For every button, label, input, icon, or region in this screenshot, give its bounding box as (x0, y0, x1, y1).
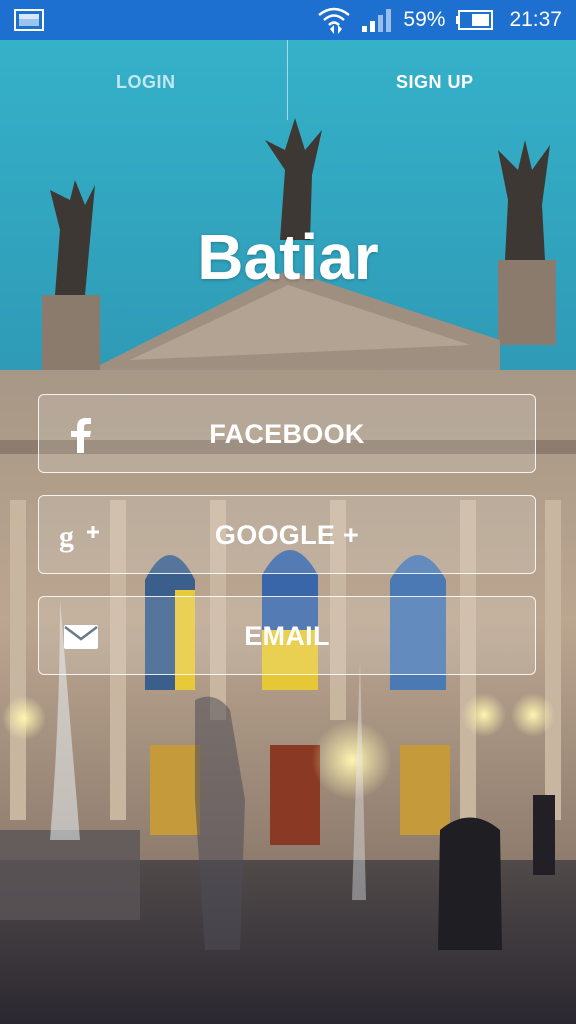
battery-icon (455, 10, 494, 30)
facebook-button[interactable]: FACEBOOK (38, 394, 536, 473)
email-button-label: EMAIL (244, 621, 330, 651)
tab-divider (287, 40, 288, 120)
google-plus-button[interactable]: g GOOGLE + (38, 495, 536, 574)
tab-signup[interactable]: SIGN UP (396, 72, 474, 93)
facebook-button-label: FACEBOOK (209, 419, 365, 449)
battery-percent: 59% (403, 8, 446, 31)
screenshot-icon (14, 9, 44, 35)
app-title: Batiar (197, 221, 379, 293)
tab-login[interactable]: LOGIN (116, 72, 176, 93)
google-plus-button-label: GOOGLE + (214, 520, 360, 550)
clock: 21:37 (509, 8, 562, 31)
signal-icon (361, 7, 393, 33)
email-button[interactable]: EMAIL (38, 596, 536, 675)
auth-tabs: LOGIN SIGN UP (0, 40, 576, 130)
wifi-icon (317, 5, 351, 35)
status-bar: 59% 21:37 (0, 0, 576, 40)
